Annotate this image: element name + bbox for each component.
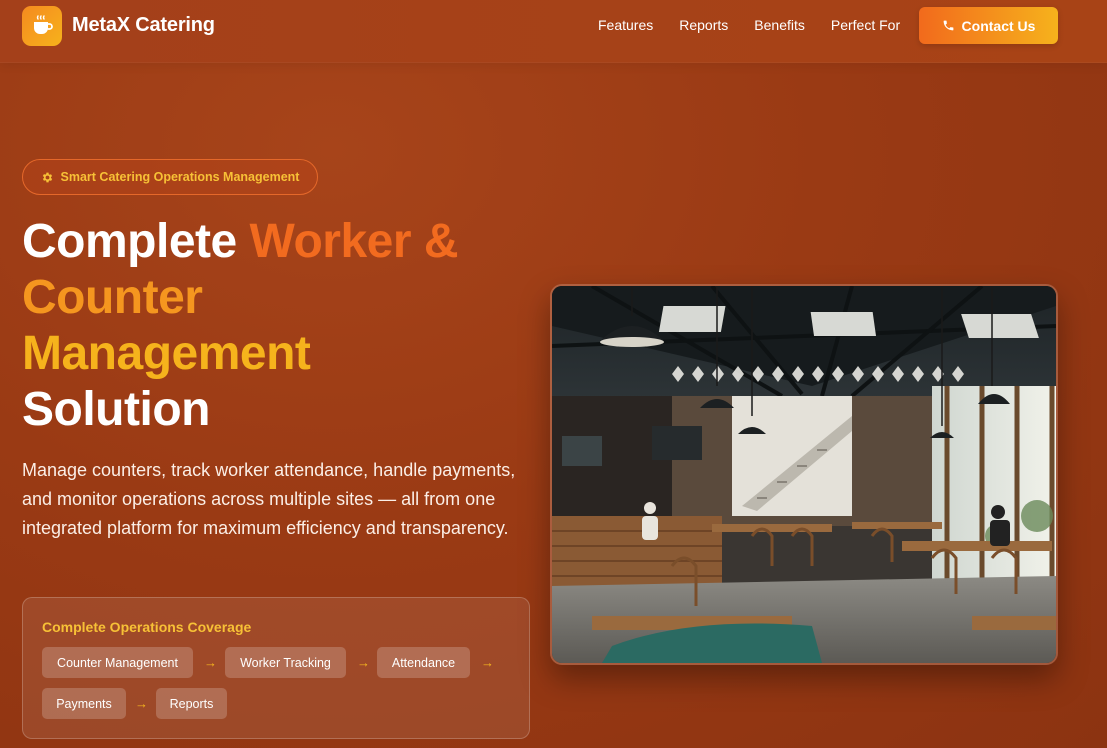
nav-link-features[interactable]: Features — [598, 17, 653, 33]
headline-line-4: Solution — [22, 383, 210, 436]
restaurant-illustration — [552, 286, 1056, 663]
arrow-icon: → — [135, 696, 148, 711]
headline-line-1: Complete Worker & — [22, 214, 542, 270]
gear-icon — [42, 172, 52, 182]
chip-reports[interactable]: Reports — [156, 688, 227, 719]
chip-counter-management[interactable]: Counter Management — [42, 647, 193, 678]
arrow-icon: → — [481, 655, 494, 670]
contact-button-label: Contact Us — [961, 17, 1036, 34]
chip-worker-tracking[interactable]: Worker Tracking — [225, 647, 346, 678]
headline-word-worker: Worker & — [249, 215, 459, 268]
coffee-cup-icon — [34, 15, 53, 34]
hero-badge-label: Smart Catering Operations Management — [60, 170, 300, 184]
nav-link-perfect-for[interactable]: Perfect For — [831, 17, 900, 33]
headline-line-2: Counter — [22, 271, 203, 324]
operations-coverage-card: Complete Operations Coverage Counter Man… — [22, 597, 530, 739]
nav-link-benefits[interactable]: Benefits — [754, 17, 805, 33]
hero-description: Manage counters, track worker attendance… — [22, 460, 516, 538]
navbar: MetaX Catering Features Reports Benefits… — [0, 0, 1107, 63]
arrow-icon: → — [357, 655, 370, 670]
headline-word-complete: Complete — [22, 215, 250, 268]
hero-headline: Complete Worker & Counter Management Sol… — [22, 214, 542, 438]
chip-payments[interactable]: Payments — [42, 688, 126, 719]
restaurant-interior-photo — [550, 284, 1058, 665]
hero-badge: Smart Catering Operations Management — [22, 159, 318, 195]
logo[interactable] — [22, 6, 62, 46]
brand-name[interactable]: MetaX Catering — [72, 14, 215, 37]
nav-links: Features Reports Benefits Perfect For — [598, 17, 926, 33]
headline-line-3: Management — [22, 327, 311, 380]
chip-attendance[interactable]: Attendance — [377, 647, 470, 678]
phone-icon — [943, 20, 953, 31]
arrow-icon: → — [204, 655, 217, 670]
coverage-title: Complete Operations Coverage — [42, 619, 252, 635]
contact-button[interactable]: Contact Us — [919, 7, 1058, 44]
nav-link-reports[interactable]: Reports — [679, 17, 728, 33]
